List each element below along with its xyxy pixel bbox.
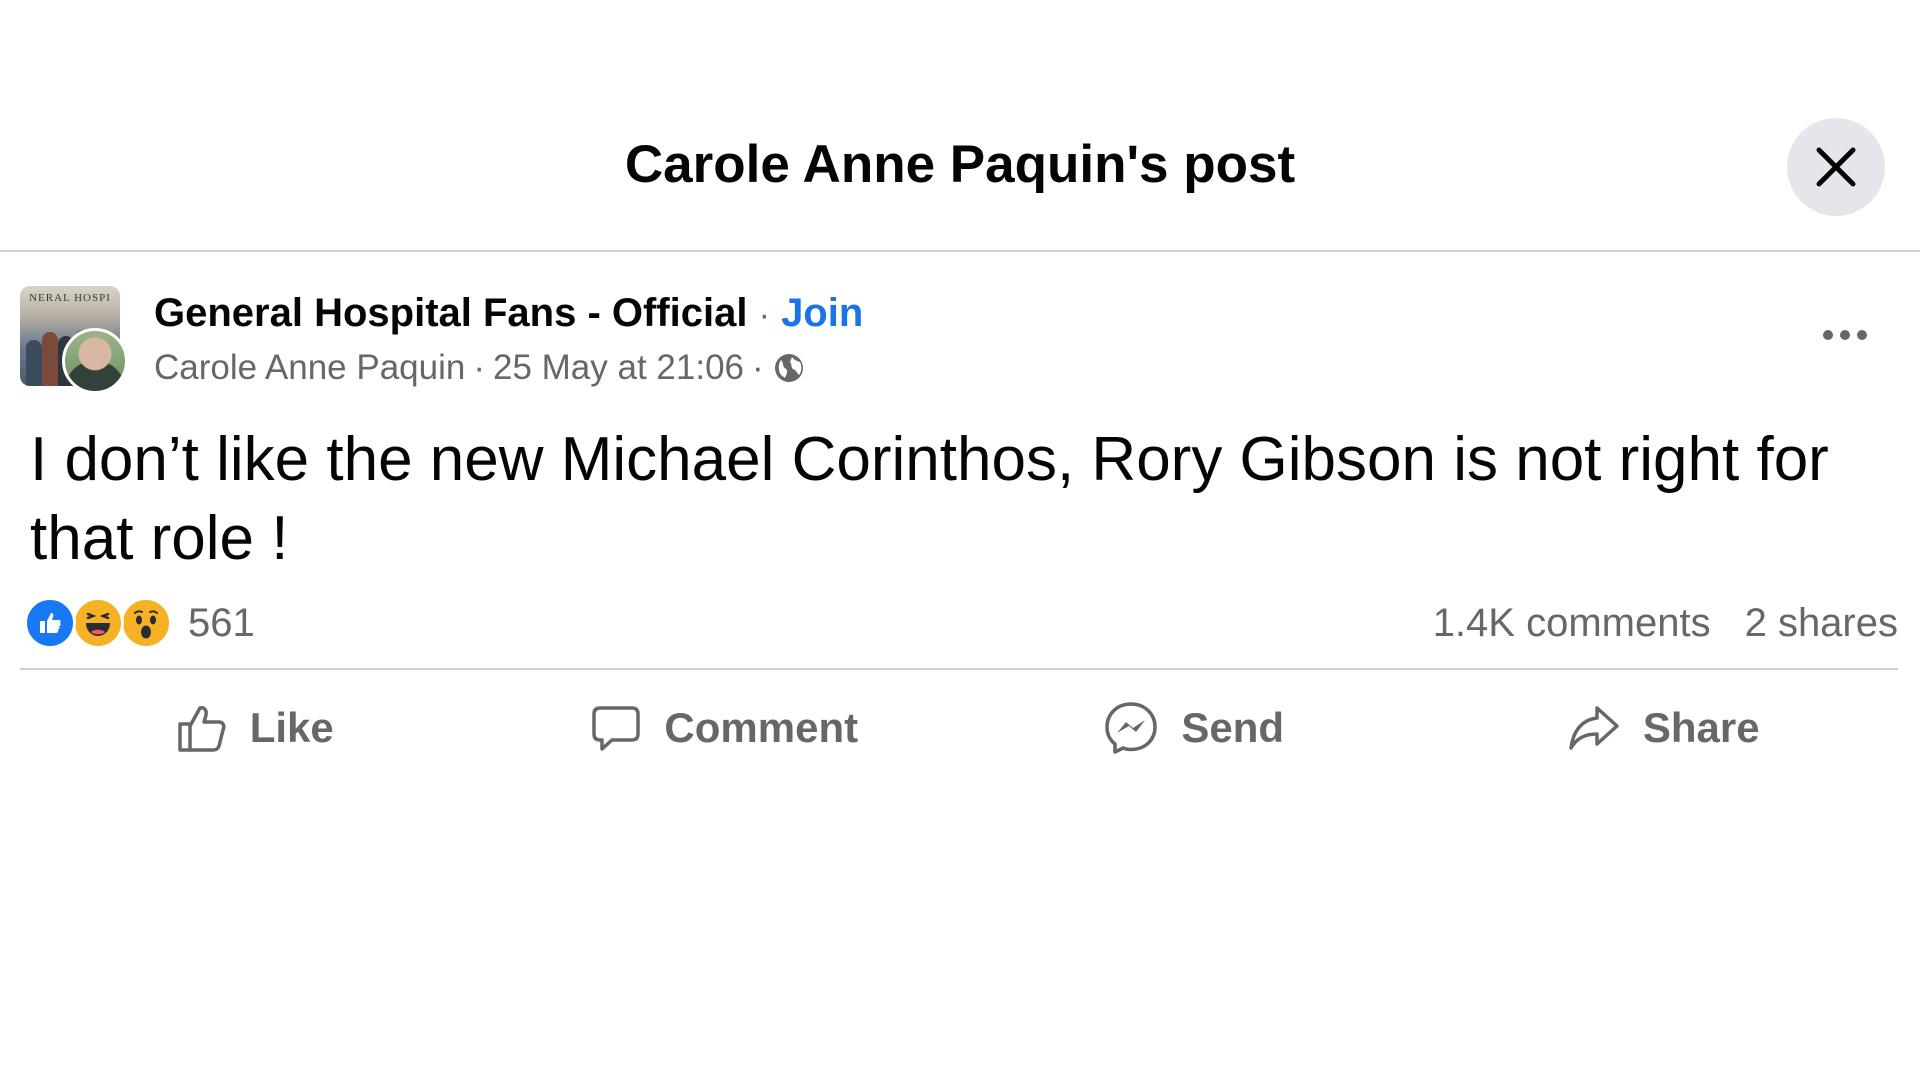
separator-dot: · — [758, 296, 770, 334]
shares-count-link[interactable]: 2 shares — [1745, 601, 1898, 645]
post-text: I don’t like the new Michael Corinthos, … — [30, 425, 1829, 573]
like-button[interactable]: Like — [20, 690, 490, 766]
dialog-title: Carole Anne Paquin's post — [624, 135, 1296, 194]
dialog-header: Carole Anne Paquin's post — [0, 0, 1920, 252]
globe-icon[interactable] — [772, 351, 806, 385]
send-label: Send — [1181, 704, 1285, 751]
post-dialog: Carole Anne Paquin's post NERAL HOSPI Ge… — [0, 0, 1920, 1080]
like-label: Like — [249, 704, 334, 751]
group-name-line: General Hospital Fans - Official · Join — [154, 285, 863, 343]
group-name-link[interactable]: General Hospital Fans - Official — [154, 291, 747, 335]
share-label: Share — [1642, 704, 1760, 751]
reactions-summary[interactable]: 561 — [24, 594, 255, 652]
comment-button[interactable]: Comment — [490, 690, 960, 766]
reaction-count[interactable]: 561 — [188, 601, 255, 646]
separator-dot: · — [752, 348, 764, 387]
like-icon — [177, 706, 226, 752]
comment-label: Comment — [664, 704, 859, 751]
user-avatar[interactable] — [62, 328, 128, 394]
more-options-button[interactable] — [1810, 310, 1880, 360]
join-button[interactable]: Join — [781, 291, 863, 335]
haha-reaction-icon — [72, 597, 124, 649]
wow-reaction-icon — [120, 597, 172, 649]
author-link[interactable]: Carole Anne Paquin — [154, 344, 465, 392]
like-reaction-icon — [24, 597, 76, 649]
send-button[interactable]: Send — [959, 690, 1429, 766]
messenger-icon — [1105, 702, 1158, 754]
more-dots-icon — [1823, 330, 1867, 340]
group-avatar-figure — [26, 340, 42, 386]
avatar-stack[interactable]: NERAL HOSPI — [20, 286, 130, 396]
action-bar: Like Comment Send Share — [20, 690, 1898, 766]
separator-dot: · — [473, 348, 485, 387]
close-icon — [1816, 147, 1856, 187]
divider — [20, 668, 1898, 670]
share-button[interactable]: Share — [1429, 690, 1899, 766]
group-avatar-figure — [42, 332, 58, 386]
group-avatar-banner: NERAL HOSPI — [29, 292, 111, 304]
comments-count-link[interactable]: 1.4K comments — [1433, 601, 1711, 645]
comment-icon — [592, 706, 641, 751]
share-icon — [1569, 706, 1619, 750]
close-button[interactable] — [1787, 118, 1885, 216]
post-timestamp[interactable]: 25 May at 21:06 — [493, 344, 744, 392]
engagement-counts: 1.4K comments 2 shares — [1433, 596, 1898, 650]
post-meta: Carole Anne Paquin · 25 May at 21:06 · — [154, 344, 806, 392]
